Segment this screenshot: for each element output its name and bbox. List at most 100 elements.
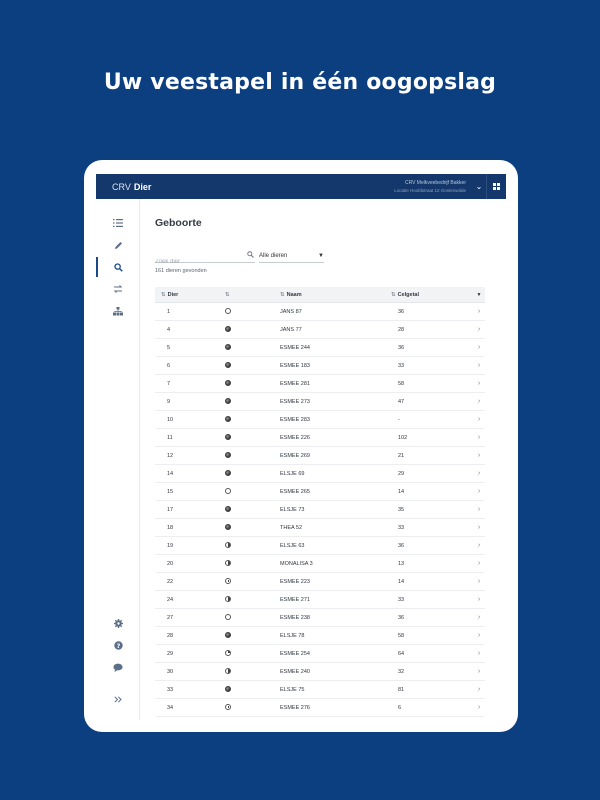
status-quarter-icon [225, 650, 231, 657]
table-row[interactable]: 20 MONALISA 3 13 › [155, 555, 485, 573]
cell-celgetal: 21 [398, 452, 405, 459]
grid-icon [493, 183, 500, 190]
table-row[interactable]: 6 ESMEE 183 33 › [155, 357, 485, 375]
table-row[interactable]: 34 ESMEE 276 6 › [155, 699, 485, 717]
table-row[interactable]: 9 ESMEE 273 47 › [155, 393, 485, 411]
cell-naam: ESMEE 223 [280, 578, 310, 585]
promo-headline: Uw veestapel in één oogopslag [103, 70, 497, 95]
table-row[interactable]: 33 ELSJE 75 81 › [155, 681, 485, 699]
chevron-right-icon[interactable]: › [473, 614, 485, 621]
chevron-right-icon[interactable]: › [473, 326, 485, 333]
svg-text:?: ? [116, 641, 120, 649]
column-menu-button[interactable]: ▼ [473, 292, 485, 298]
sidebar-item-settings[interactable] [96, 613, 140, 633]
chevron-right-icon[interactable]: › [473, 596, 485, 603]
chevron-right-icon[interactable]: › [473, 524, 485, 531]
table-row[interactable]: 7 ESMEE 281 58 › [155, 375, 485, 393]
sort-icon: ⇅ [280, 291, 285, 298]
table-row[interactable]: 12 ESMEE 269 21 › [155, 447, 485, 465]
sidebar-item-search[interactable] [96, 257, 140, 277]
cell-status [225, 542, 280, 549]
transfer-icon [113, 285, 123, 293]
chevron-right-icon[interactable]: › [473, 452, 485, 459]
page-title: Geboorte [155, 217, 202, 229]
brand-prefix: CRV [112, 181, 131, 192]
table-row[interactable]: 17 ELSJE 73 35 › [155, 501, 485, 519]
column-naam[interactable]: ⇅ Naam [280, 292, 391, 298]
account-switcher[interactable]: CRV Melkveebedrijf Bakker Locatie Hoofds… [394, 180, 472, 194]
animal-filter-select[interactable]: Alle dieren ▼ [259, 250, 324, 263]
chevron-right-icon[interactable]: › [473, 704, 485, 711]
chevron-right-icon[interactable]: › [473, 380, 485, 387]
cell-celgetal: 33 [398, 596, 405, 603]
status-full-icon [225, 380, 231, 387]
chevron-right-icon[interactable]: › [473, 686, 485, 693]
cell-celgetal: 13 [398, 560, 405, 567]
cell-dier: 1 [167, 308, 171, 315]
cell-celgetal: 36 [398, 308, 405, 315]
cell-dier: 12 [167, 452, 174, 459]
chevron-right-icon[interactable]: › [473, 362, 485, 369]
table-row[interactable]: 15 ESMEE 265 14 › [155, 483, 485, 501]
cell-naam: ESMEE 244 [280, 344, 310, 351]
sidebar-item-herd[interactable] [96, 301, 140, 321]
column-celgetal[interactable]: ⇅ Celgetal [391, 292, 473, 298]
sidebar-item-chat[interactable] [96, 657, 140, 677]
column-status[interactable]: ⇅ [225, 292, 280, 298]
table-row[interactable]: 18 THEA 52 33 › [155, 519, 485, 537]
sidebar-item-list[interactable] [96, 213, 140, 233]
table-row[interactable]: 5 ESMEE 244 36 › [155, 339, 485, 357]
search-icon[interactable] [247, 251, 254, 260]
chevron-right-icon[interactable]: › [473, 650, 485, 657]
cell-status [225, 704, 280, 711]
chevron-right-icon[interactable]: › [473, 578, 485, 585]
cell-dier: 11 [167, 434, 173, 441]
table-row[interactable]: 30 ESMEE 240 32 › [155, 663, 485, 681]
sidebar-expand-button[interactable] [96, 689, 140, 709]
table-row[interactable]: 4 JANS 77 28 › [155, 321, 485, 339]
search-input[interactable] [155, 256, 243, 268]
chevron-right-icon[interactable]: › [473, 542, 485, 549]
search-field[interactable] [155, 250, 255, 268]
chevron-right-icon[interactable]: › [473, 416, 485, 423]
sidebar-item-help[interactable]: ? [96, 635, 140, 655]
cell-celgetal: 6 [398, 704, 402, 711]
table-row[interactable]: 27 ESMEE 238 36 › [155, 609, 485, 627]
cell-dier: 14 [167, 470, 174, 477]
table-row[interactable]: 14 ELSJE 69 29 › [155, 465, 485, 483]
status-full-icon [225, 686, 231, 693]
column-dier[interactable]: ⇅ Dier [155, 292, 225, 298]
chevron-right-icon[interactable]: › [473, 560, 485, 567]
chevron-right-icon[interactable]: › [473, 470, 485, 477]
cell-dier: 7 [167, 380, 171, 387]
cell-celgetal: 102 [398, 434, 408, 441]
cell-celgetal: 58 [398, 632, 405, 639]
sidebar-item-edit[interactable] [96, 235, 140, 255]
chevron-right-icon[interactable]: › [473, 308, 485, 315]
table-row[interactable]: 24 ESMEE 271 33 › [155, 591, 485, 609]
table-row[interactable]: 1 JANS 87 36 › [155, 303, 485, 321]
status-empty-icon [225, 308, 231, 315]
cell-celgetal: 28 [398, 326, 405, 333]
table-row[interactable]: 19 ELSJE 63 36 › [155, 537, 485, 555]
table-row[interactable]: 22 ESMEE 223 14 › [155, 573, 485, 591]
chevron-right-icon[interactable]: › [473, 668, 485, 675]
apps-grid-button[interactable] [486, 174, 506, 199]
chevron-right-icon[interactable]: › [473, 488, 485, 495]
chevron-right-icon[interactable]: › [473, 398, 485, 405]
chevron-right-icon[interactable]: › [473, 344, 485, 351]
table-row[interactable]: 28 ELSJE 78 58 › [155, 627, 485, 645]
table-row[interactable]: 11 ESMEE 226 102 › [155, 429, 485, 447]
table-row[interactable]: 10 ESMEE 283 - › [155, 411, 485, 429]
chevron-right-icon[interactable]: › [473, 506, 485, 513]
cell-status [225, 452, 280, 459]
chevron-right-icon[interactable]: › [473, 632, 485, 639]
table-row[interactable]: 29 ESMEE 254 64 › [155, 645, 485, 663]
chevron-right-icon[interactable]: › [473, 434, 485, 441]
sidebar-item-transfer[interactable] [96, 279, 140, 299]
chevron-down-icon[interactable]: ⌄ [472, 182, 486, 191]
cell-celgetal: 64 [398, 650, 405, 657]
cell-status [225, 362, 280, 369]
cell-naam: ESMEE 238 [280, 614, 310, 621]
status-full-icon [225, 434, 231, 441]
